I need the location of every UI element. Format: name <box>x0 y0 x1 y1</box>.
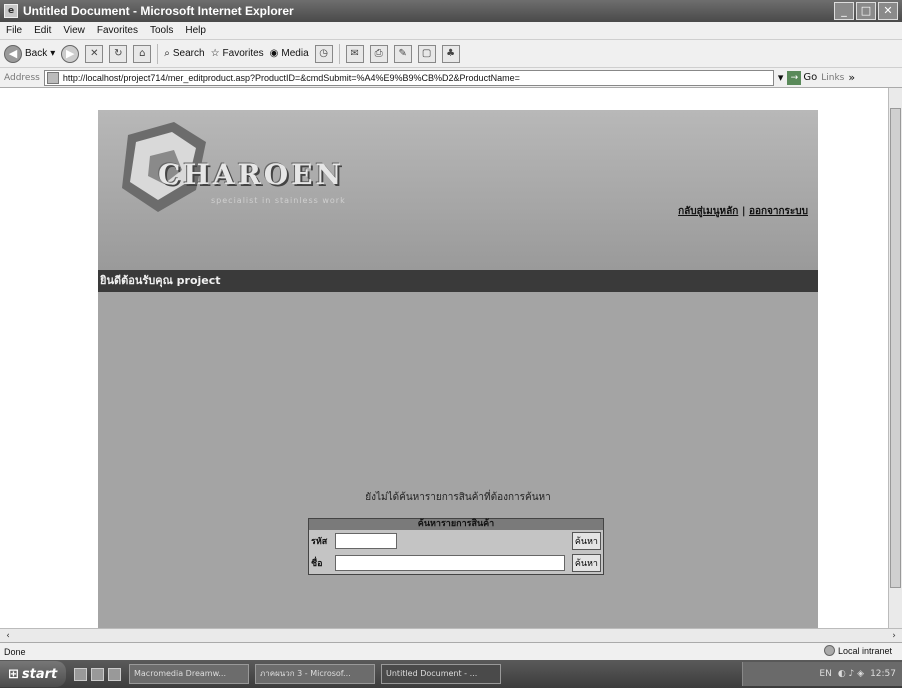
language-indicator[interactable]: EN <box>819 669 831 679</box>
task-dreamweaver[interactable]: Macromedia Dreamw... <box>129 664 249 684</box>
scroll-left-icon[interactable]: ‹ <box>2 630 14 642</box>
back-dropdown-icon[interactable]: ▾ <box>50 48 55 59</box>
code-input[interactable] <box>335 533 397 549</box>
search-note: ยังไม่ได้ค้นหารายการสินค้าที่ต้องการค้นห… <box>365 492 551 503</box>
windows-logo-icon: ⊞ <box>8 666 19 682</box>
links-label[interactable]: Links <box>821 73 844 83</box>
star-icon: ☆ <box>210 48 220 59</box>
zone-label: Local intranet <box>837 645 892 656</box>
window-title: Untitled Document - Microsoft Internet E… <box>23 4 294 18</box>
main-menu-link[interactable]: กลับสู่เมนูหลัก <box>678 206 738 217</box>
menu-favorites[interactable]: Favorites <box>97 25 138 36</box>
address-dropdown-icon[interactable]: ▾ <box>778 71 784 84</box>
menu-file[interactable]: File <box>6 25 22 36</box>
edit-icon[interactable]: ✎ <box>393 44 412 63</box>
link-separator: | <box>741 206 746 217</box>
task-ie[interactable]: Untitled Document - ... <box>381 664 501 684</box>
horizontal-scrollbar[interactable]: ‹ › <box>0 628 902 642</box>
media-icon: ◉ <box>269 48 279 59</box>
taskbar: ⊞ start Macromedia Dreamw... ภาคผนวก 3 -… <box>0 660 902 688</box>
logout-link[interactable]: ออกจากระบบ <box>749 206 808 217</box>
menu-bar: File Edit View Favorites Tools Help <box>0 22 902 40</box>
search-form: ค้นหารายการสินค้า รหัส ค้นหา ชื่อ ค้นหา <box>308 518 604 575</box>
address-input[interactable]: http://localhost/project714/mer_editprod… <box>43 69 774 86</box>
scrollbar-thumb[interactable] <box>890 108 901 588</box>
menu-edit[interactable]: Edit <box>34 25 51 36</box>
top-links: กลับสู่เมนูหลัก | ออกจากระบบ <box>678 204 808 219</box>
print-icon[interactable]: ⎙ <box>369 44 388 63</box>
home-icon[interactable]: ⌂ <box>133 44 152 63</box>
minimize-icon[interactable]: _ <box>834 2 854 20</box>
maximize-icon[interactable]: □ <box>856 2 876 20</box>
window-controls: _ □ ✕ <box>834 2 898 20</box>
search-name-button[interactable]: ค้นหา <box>571 554 601 572</box>
vertical-scrollbar[interactable] <box>888 88 902 628</box>
quick-launch <box>74 667 121 681</box>
quick-launch-desktop-icon[interactable] <box>108 667 121 681</box>
back-arrow-icon: ◀ <box>4 44 22 63</box>
quick-launch-ie-icon[interactable] <box>74 667 87 681</box>
menu-tools[interactable]: Tools <box>150 25 173 36</box>
address-url: http://localhost/project714/mer_editprod… <box>62 72 520 83</box>
media-button[interactable]: ◉ Media <box>270 48 309 59</box>
status-bar: Done Local intranet <box>0 642 902 660</box>
start-button[interactable]: ⊞ start <box>0 661 66 687</box>
logo-tagline: specialist in stainless work <box>211 196 346 205</box>
history-icon[interactable]: ◷ <box>314 44 333 63</box>
start-label: start <box>21 666 58 682</box>
menu-help[interactable]: Help <box>185 25 206 36</box>
go-button[interactable]: → Go <box>787 70 818 85</box>
mail-icon[interactable]: ✉ <box>345 44 364 63</box>
stop-icon[interactable]: ✕ <box>85 44 104 63</box>
search-form-header: ค้นหารายการสินค้า <box>309 519 603 530</box>
back-label: Back <box>25 48 48 59</box>
refresh-icon[interactable]: ↻ <box>109 44 128 63</box>
address-label: Address <box>4 72 40 83</box>
toolbar-separator <box>157 43 159 64</box>
toolbar-separator <box>338 43 340 64</box>
name-label: ชื่อ <box>311 559 323 569</box>
logo-text: CHAROEN <box>158 158 345 191</box>
ie-icon: e <box>4 4 18 18</box>
favorites-label: Favorites <box>222 48 264 59</box>
discuss-icon[interactable]: ▢ <box>417 44 436 63</box>
search-button[interactable]: ⌕ Search <box>164 48 204 59</box>
go-arrow-icon: → <box>787 70 802 85</box>
system-tray: EN ◐ ♪ ◈ 12:57 <box>742 662 902 686</box>
toolbar: ◀ Back ▾ ▶ ✕ ↻ ⌂ ⌕ Search ☆ Favorites ◉ … <box>0 40 902 68</box>
name-input[interactable] <box>335 555 565 571</box>
address-bar: Address http://localhost/project714/mer_… <box>0 68 902 88</box>
chevron-right-icon[interactable]: » <box>848 71 855 84</box>
page-viewport: CHAROEN specialist in stainless work กลั… <box>0 88 888 628</box>
task-word[interactable]: ภาคผนวก 3 - Microsof... <box>255 664 375 684</box>
search-code-button[interactable]: ค้นหา <box>571 532 601 550</box>
title-bar: e Untitled Document - Microsoft Internet… <box>0 0 902 22</box>
search-row-code: รหัส ค้นหา <box>309 530 603 552</box>
header-banner: CHAROEN specialist in stainless work กลั… <box>98 110 818 270</box>
welcome-bar: ยินดีต้อนรับคุณ project <box>98 270 818 292</box>
clock: 12:57 <box>870 669 896 679</box>
menu-view[interactable]: View <box>63 25 85 36</box>
favorites-button[interactable]: ☆ Favorites <box>211 48 264 59</box>
search-label: Search <box>172 48 205 59</box>
search-icon: ⌕ <box>164 48 170 59</box>
quick-launch-media-icon[interactable] <box>91 667 104 681</box>
page-icon <box>46 71 59 84</box>
security-zone: Local intranet <box>823 645 892 656</box>
code-label: รหัส <box>311 537 328 547</box>
go-label: Go <box>803 72 818 83</box>
close-icon[interactable]: ✕ <box>878 2 898 20</box>
globe-icon <box>823 645 835 656</box>
back-button[interactable]: ◀ Back ▾ <box>4 44 55 63</box>
web-page: CHAROEN specialist in stainless work กลั… <box>98 110 818 628</box>
forward-arrow-icon[interactable]: ▶ <box>61 44 80 63</box>
search-row-name: ชื่อ ค้นหา <box>309 552 603 574</box>
messenger-icon[interactable]: ♣ <box>441 44 460 63</box>
scroll-right-icon[interactable]: › <box>888 630 900 642</box>
media-label: Media <box>281 48 309 59</box>
tray-icons: ◐ ♪ ◈ <box>837 669 865 679</box>
status-text: Done <box>4 646 26 657</box>
